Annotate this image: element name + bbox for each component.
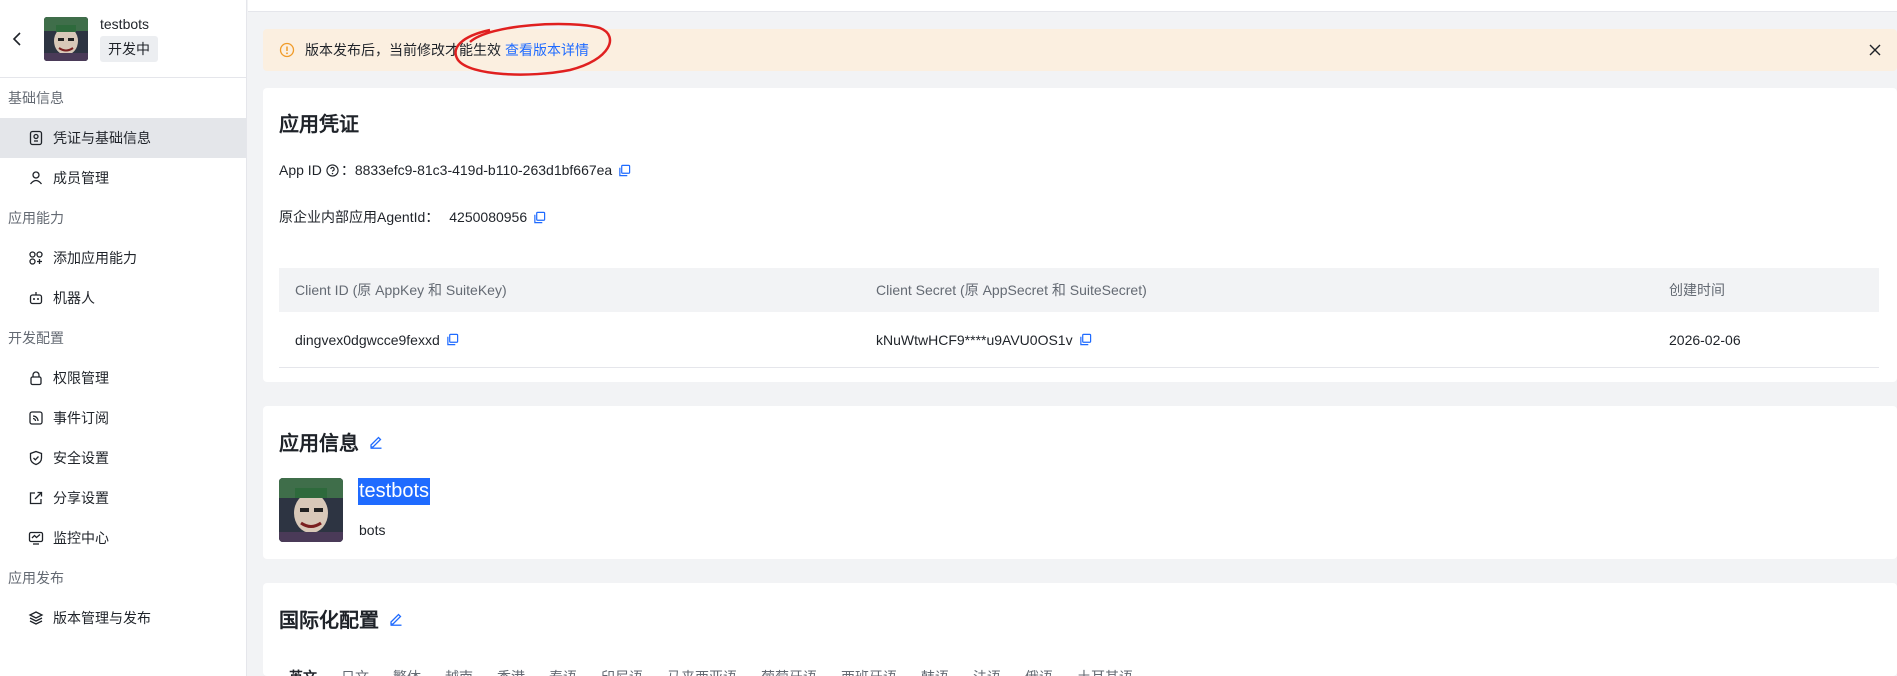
sidebar-item-events[interactable]: 事件订阅 bbox=[0, 398, 246, 438]
created-date: 2026-02-06 bbox=[1669, 331, 1741, 348]
credentials-table: Client ID (原 AppKey 和 SuiteKey) Client S… bbox=[279, 268, 1879, 368]
sidebar-item-label: 安全设置 bbox=[53, 450, 109, 466]
sidebar-item-monitor[interactable]: 监控中心 bbox=[0, 518, 246, 558]
app-info-card: 应用信息 testbots bots bbox=[263, 406, 1897, 559]
sidebar-item-share[interactable]: 分享设置 bbox=[0, 478, 246, 518]
language-tabs: 英文 日文 繁体 越南 香港 泰语 印尼语 马来西亚语 葡萄牙语 西班牙语 韩语… bbox=[289, 667, 1133, 676]
sidebar-item-label: 监控中心 bbox=[53, 530, 109, 546]
app-avatar-large[interactable] bbox=[279, 478, 343, 542]
lock-icon bbox=[28, 370, 44, 386]
agent-id-value: 4250080956 bbox=[449, 209, 528, 225]
credential-icon bbox=[28, 130, 44, 146]
tab-lang[interactable]: 繁体 bbox=[393, 667, 421, 676]
apps-icon bbox=[28, 250, 44, 266]
sidebar-item-label: 事件订阅 bbox=[53, 410, 109, 426]
app-id-value: 8833efc9-81c3-419d-b110-263d1bf667ea bbox=[354, 162, 613, 178]
table-header: Client ID (原 AppKey 和 SuiteKey) Client S… bbox=[279, 268, 1879, 312]
column-header: Client ID (原 AppKey 和 SuiteKey) bbox=[295, 282, 507, 298]
rss-icon bbox=[28, 410, 44, 426]
sidebar-item-label: 添加应用能力 bbox=[53, 250, 137, 266]
app-avatar bbox=[44, 16, 88, 61]
table-row: dingvex0dgwcce9fexxd kNuWtwHCF9****u9AVU… bbox=[279, 312, 1879, 368]
column-header: Client Secret (原 AppSecret 和 SuiteSecret… bbox=[876, 282, 1147, 298]
app-id-label: App ID bbox=[279, 162, 322, 178]
monitor-icon bbox=[28, 530, 44, 546]
tab-lang[interactable]: 泰语 bbox=[549, 667, 577, 676]
agent-id-label: 原企业内部应用AgentId： bbox=[279, 209, 440, 225]
notice-banner: 版本发布后，当前修改才能生效 查看版本详情 bbox=[263, 29, 1897, 71]
tab-lang[interactable]: 葡萄牙语 bbox=[761, 667, 817, 676]
credentials-card: 应用凭证 App ID ： 8833efc9-81c3-419d-b110-26… bbox=[263, 88, 1897, 382]
sidebar-group-release: 应用发布 版本管理与发布 bbox=[0, 558, 246, 638]
sidebar-item-credentials[interactable]: 凭证与基础信息 bbox=[0, 118, 246, 158]
copy-icon[interactable] bbox=[618, 164, 631, 177]
shield-icon bbox=[28, 450, 44, 466]
sidebar-item-security[interactable]: 安全设置 bbox=[0, 438, 246, 478]
sidebar-item-label: 机器人 bbox=[53, 290, 95, 306]
sidebar-group-title: 基础信息 bbox=[8, 90, 64, 106]
sidebar: testbots 开发中 基础信息 凭证与基础信息 成员管理 应用能力 添加应用… bbox=[0, 0, 247, 676]
user-icon bbox=[28, 170, 44, 186]
back-icon[interactable] bbox=[8, 29, 28, 49]
robot-icon bbox=[28, 290, 44, 306]
sidebar-item-label: 凭证与基础信息 bbox=[53, 130, 151, 146]
notice-text: 版本发布后，当前修改才能生效 bbox=[305, 42, 501, 58]
tab-lang[interactable]: 越南 bbox=[445, 667, 473, 676]
view-version-details-link[interactable]: 查看版本详情 bbox=[505, 40, 589, 60]
tab-lang[interactable]: 日文 bbox=[341, 667, 369, 676]
tab-lang[interactable]: 俄语 bbox=[1025, 667, 1053, 676]
sidebar-item-robot[interactable]: 机器人 bbox=[0, 278, 246, 318]
edit-icon[interactable] bbox=[369, 435, 383, 449]
help-icon[interactable] bbox=[326, 163, 339, 177]
sidebar-header: testbots 开发中 bbox=[0, 0, 246, 78]
sidebar-item-members[interactable]: 成员管理 bbox=[0, 158, 246, 198]
sidebar-group-dev: 开发配置 权限管理 事件订阅 安全设置 分享设置 监控中心 bbox=[0, 318, 246, 558]
tab-lang[interactable]: 土耳其语 bbox=[1077, 667, 1133, 676]
sidebar-item-label: 成员管理 bbox=[53, 170, 109, 186]
tab-lang[interactable]: 法语 bbox=[973, 667, 1001, 676]
client-id-value: dingvex0dgwcce9fexxd bbox=[295, 331, 440, 348]
sidebar-item-label: 分享设置 bbox=[53, 490, 109, 506]
credentials-title: 应用凭证 bbox=[279, 114, 359, 136]
sidebar-item-add-capability[interactable]: 添加应用能力 bbox=[0, 238, 246, 278]
tab-lang[interactable]: 韩语 bbox=[921, 667, 949, 676]
sidebar-group-title: 应用能力 bbox=[8, 210, 64, 226]
i18n-card: 国际化配置 英文 日文 繁体 越南 香港 泰语 印尼语 马来西亚语 葡萄牙语 西… bbox=[263, 583, 1897, 676]
tab-lang[interactable]: 香港 bbox=[497, 667, 525, 676]
column-header: 创建时间 bbox=[1669, 282, 1725, 298]
copy-icon[interactable] bbox=[1079, 333, 1092, 346]
sidebar-group-title: 开发配置 bbox=[8, 330, 64, 346]
share-icon bbox=[28, 490, 44, 506]
client-secret-value: kNuWtwHCF9****u9AVU0OS1v bbox=[876, 331, 1073, 348]
top-bar bbox=[248, 0, 1897, 12]
sidebar-item-label: 权限管理 bbox=[53, 370, 109, 386]
app-id-separator: ： bbox=[340, 162, 355, 178]
app-name: testbots bbox=[100, 15, 150, 32]
i18n-title: 国际化配置 bbox=[279, 610, 379, 632]
sidebar-group-basic: 基础信息 凭证与基础信息 成员管理 bbox=[0, 78, 246, 198]
copy-icon[interactable] bbox=[446, 333, 459, 346]
sidebar-group-title: 应用发布 bbox=[8, 570, 64, 586]
tab-lang[interactable]: 马来西亚语 bbox=[667, 667, 737, 676]
layers-icon bbox=[28, 610, 44, 626]
tab-lang[interactable]: 西班牙语 bbox=[841, 667, 897, 676]
edit-icon[interactable] bbox=[389, 612, 403, 626]
app-name-large[interactable]: testbots bbox=[358, 478, 431, 505]
agent-id-row: 原企业内部应用AgentId： 4250080956 bbox=[279, 207, 546, 227]
sidebar-item-versions[interactable]: 版本管理与发布 bbox=[0, 598, 246, 638]
copy-icon[interactable] bbox=[533, 211, 546, 224]
tab-lang[interactable]: 英文 bbox=[289, 667, 317, 676]
app-id-row: App ID ： 8833efc9-81c3-419d-b110-263d1bf… bbox=[279, 160, 631, 180]
close-icon[interactable] bbox=[1865, 40, 1885, 60]
sidebar-item-permissions[interactable]: 权限管理 bbox=[0, 358, 246, 398]
warning-icon bbox=[279, 42, 295, 58]
status-badge: 开发中 bbox=[100, 35, 158, 62]
app-description: bots bbox=[359, 522, 386, 538]
app-info-title: 应用信息 bbox=[279, 433, 359, 455]
sidebar-group-capability: 应用能力 添加应用能力 机器人 bbox=[0, 198, 246, 318]
tab-lang[interactable]: 印尼语 bbox=[601, 667, 643, 676]
sidebar-item-label: 版本管理与发布 bbox=[53, 610, 151, 626]
